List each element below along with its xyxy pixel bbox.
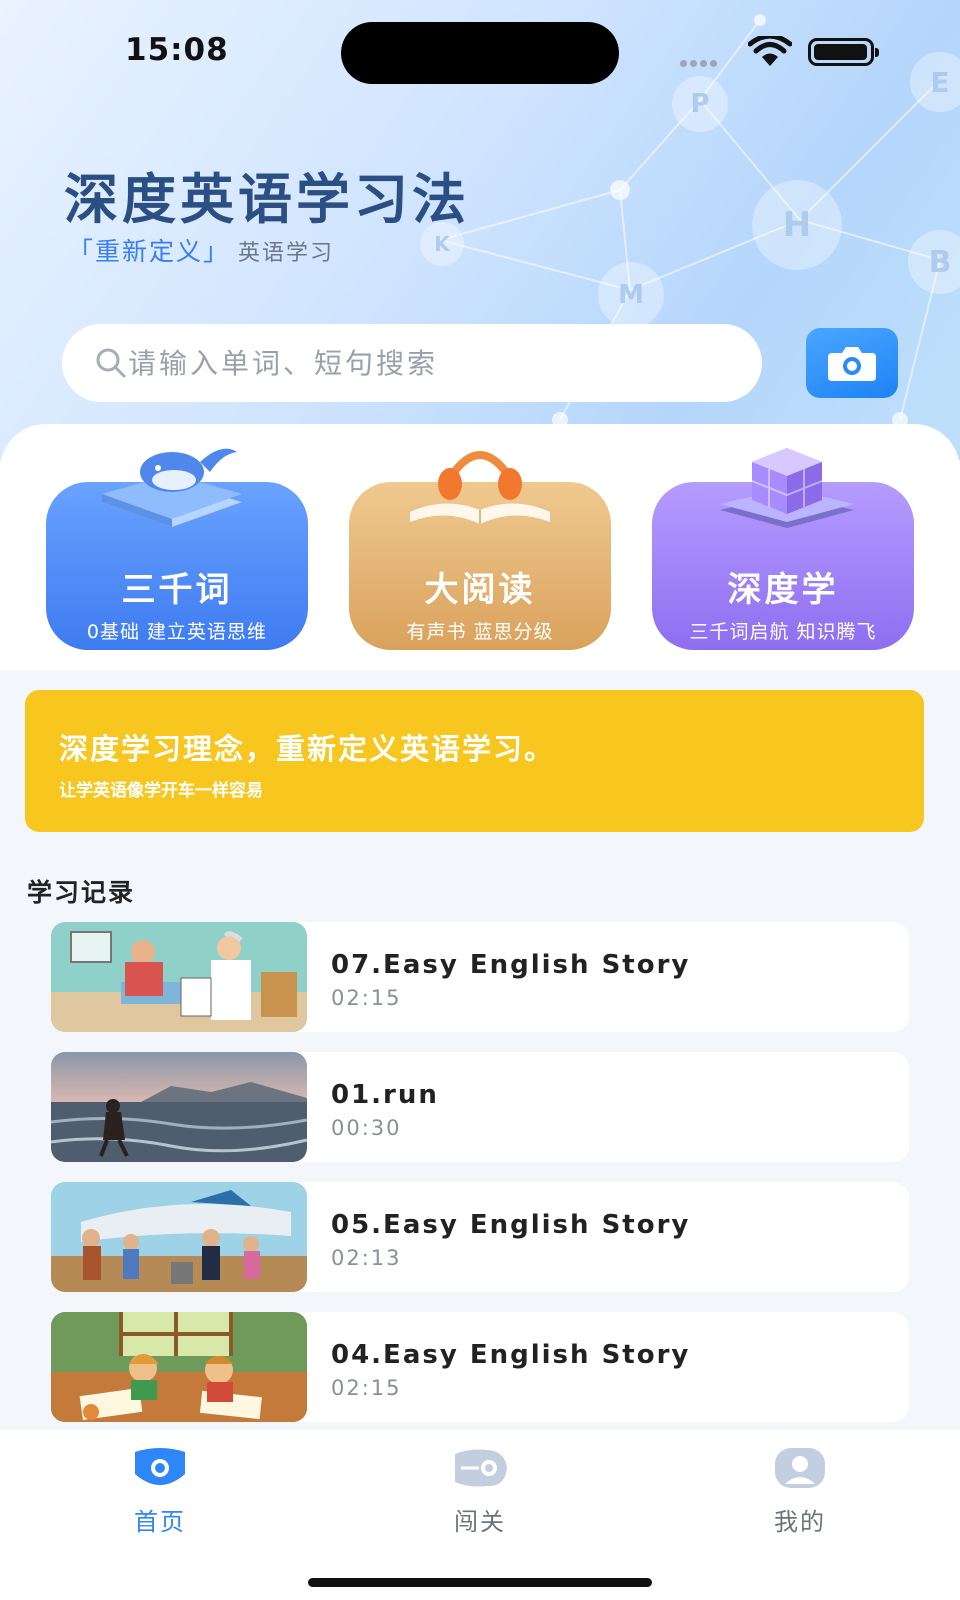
tab-label: 首页 xyxy=(134,1508,186,1536)
feature-card-title: 三千词 xyxy=(121,570,233,610)
camera-icon xyxy=(828,347,876,381)
whale-book-icon xyxy=(102,448,242,527)
record-title: 04.Easy English Story xyxy=(331,1340,691,1370)
record-title: 07.Easy English Story xyxy=(331,950,691,980)
feature-card-subtitle: 有声书 蓝思分级 xyxy=(406,621,554,643)
tab-label: 闯关 xyxy=(454,1508,506,1536)
page-subtitle: 「重新定义」 英语学习 xyxy=(68,232,334,268)
challenge-icon xyxy=(455,1449,507,1487)
battery-icon xyxy=(808,38,879,66)
camera-button[interactable] xyxy=(806,328,898,398)
search-input[interactable] xyxy=(128,346,688,380)
record-duration: 02:15 xyxy=(331,986,402,1010)
banner-headline: 深度学习理念，重新定义英语学习。 xyxy=(59,732,556,766)
record-duration: 00:30 xyxy=(331,1116,402,1140)
dynamic-island xyxy=(341,22,619,84)
banner-tagline: 让学英语像学开车一样容易 xyxy=(59,781,263,801)
feature-card-title: 大阅读 xyxy=(424,570,536,610)
bubble-letter: M xyxy=(598,262,664,328)
record-title: 01.run xyxy=(331,1080,439,1110)
promo-banner[interactable]: 深度学习理念，重新定义英语学习。 让学英语像学开车一样容易 xyxy=(25,690,924,832)
record-duration: 02:15 xyxy=(331,1376,402,1400)
tab-profile[interactable]: 我的 xyxy=(720,1446,880,1537)
profile-icon xyxy=(775,1448,825,1488)
record-item[interactable]: 07.Easy English Story 02:15 xyxy=(51,922,909,1032)
tab-label: 我的 xyxy=(774,1508,826,1536)
page-title: 深度英语学习法 xyxy=(64,168,470,231)
record-duration: 02:13 xyxy=(331,1246,402,1270)
bubble-letter: P xyxy=(672,76,728,132)
home-indicator xyxy=(308,1578,652,1587)
status-bar: 15:08 xyxy=(0,22,960,84)
record-title: 05.Easy English Story xyxy=(331,1210,691,1240)
signal-icon xyxy=(680,52,720,71)
subtitle-rest: 英语学习 xyxy=(238,241,335,266)
record-item[interactable]: 05.Easy English Story 02:13 xyxy=(51,1182,909,1292)
cube-book-icon xyxy=(720,448,854,528)
feature-card-subtitle: 三千词启航 知识腾飞 xyxy=(689,621,877,643)
bottom-tab-bar: 首页 闯关 我的 xyxy=(0,1430,960,1600)
record-item[interactable]: 01.run 00:30 xyxy=(51,1052,909,1162)
record-thumbnail xyxy=(51,1312,307,1422)
headphones-book-icon xyxy=(410,451,550,524)
record-thumbnail xyxy=(51,922,307,1032)
tab-home[interactable]: 首页 xyxy=(80,1446,240,1537)
search-bar[interactable] xyxy=(62,324,762,402)
records-section-title: 学习记录 xyxy=(27,878,136,907)
bubble-letter: H xyxy=(752,180,842,270)
hero-header: P H B E K M 15:08 深度英语学习法 「重新定义」 英语学习 xyxy=(0,0,960,460)
record-thumbnail xyxy=(51,1052,307,1162)
search-icon xyxy=(96,348,126,378)
status-time: 15:08 xyxy=(125,32,229,68)
wifi-icon xyxy=(748,36,792,66)
record-item[interactable]: 04.Easy English Story 02:15 xyxy=(51,1312,909,1422)
tab-challenge[interactable]: 闯关 xyxy=(400,1446,560,1537)
record-thumbnail xyxy=(51,1182,307,1292)
feature-card-subtitle: 0基础 建立英语思维 xyxy=(86,621,268,643)
subtitle-highlight: 「重新定义」 xyxy=(68,237,231,266)
home-eye-icon xyxy=(135,1448,185,1485)
feature-card-title: 深度学 xyxy=(727,570,839,610)
